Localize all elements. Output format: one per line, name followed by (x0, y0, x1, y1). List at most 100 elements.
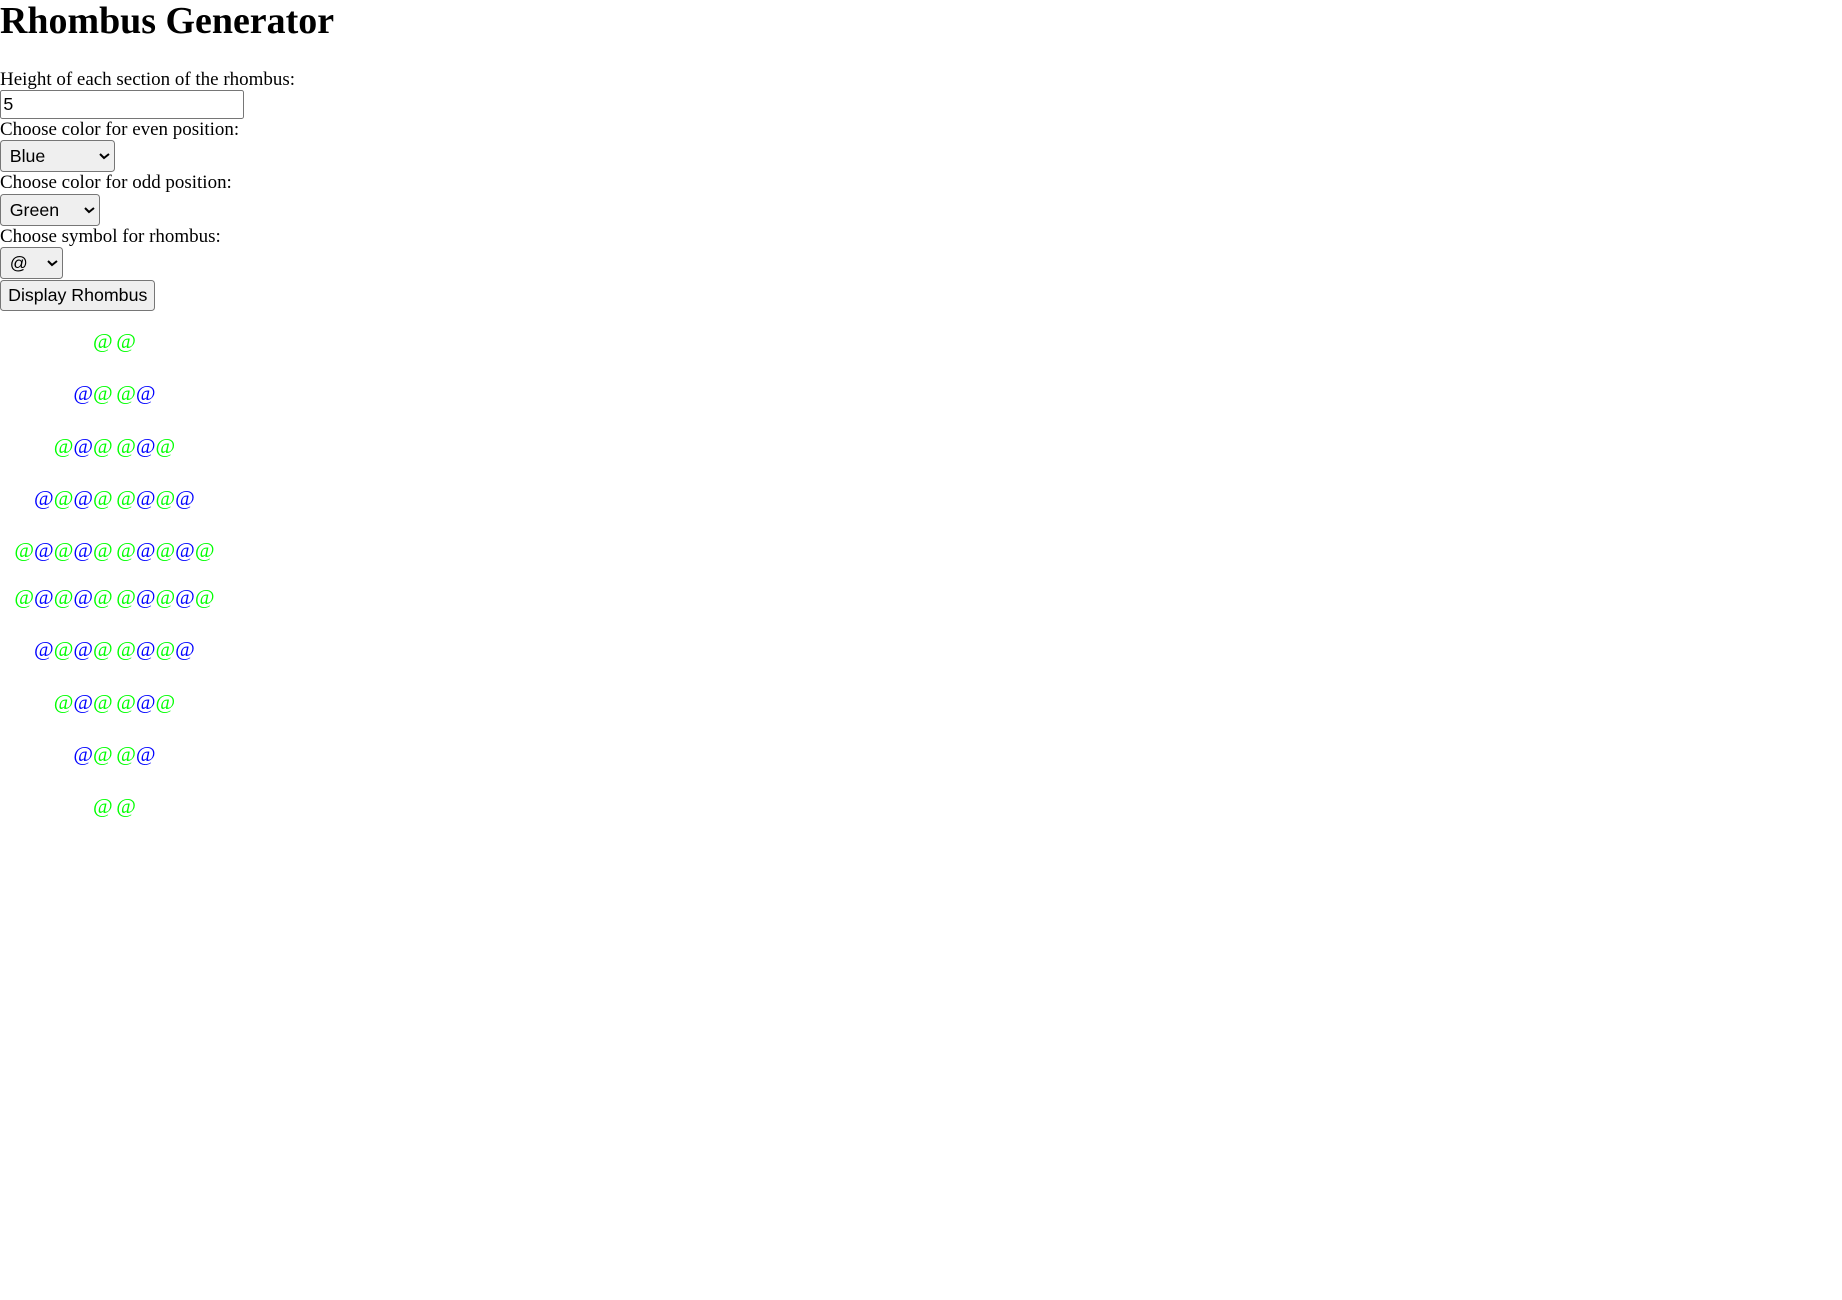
rhombus-left-half: @@@ (0, 689, 113, 715)
rhombus-right-half: @@@ (116, 433, 176, 459)
rhombus-bottom-section: @@@@@ @@@@@ @@@@ @@@@ @@@ @@@ @@ @@ @ @ (0, 585, 1842, 819)
rhombus-symbol: @ (135, 433, 156, 458)
rhombus-left-half: @ (0, 793, 113, 819)
rhombus-right-half: @ (116, 329, 136, 354)
rhombus-row: @ @ (0, 329, 1842, 354)
rhombus-symbol: @ (116, 485, 136, 510)
rhombus-symbol: @ (93, 433, 113, 458)
odd-color-label: Choose color for odd position: (0, 172, 232, 194)
rhombus-right-half: @@ (116, 381, 156, 406)
rhombus-symbol: @ (155, 689, 176, 714)
rhombus-symbol: @ (14, 537, 35, 562)
rhombus-left-half: @@@@@ (0, 585, 113, 610)
rhombus-symbol: @ (73, 585, 93, 610)
odd-color-select[interactable]: Green (0, 193, 100, 226)
rhombus-symbol: @ (93, 485, 113, 510)
rhombus-symbol: @ (116, 381, 136, 406)
rhombus-symbol: @ (93, 637, 113, 662)
rhombus-output: @ @ @@ @@ @@@ @@@ @@@@ @@@@ @@@@@ @@@@@ @@@@@ @@@@… (0, 329, 1842, 819)
rhombus-symbol: @ (93, 689, 113, 714)
rhombus-symbol: @ (116, 793, 136, 818)
rhombus-symbol: @ (53, 689, 74, 714)
rhombus-symbol: @ (194, 585, 215, 610)
rhombus-symbol: @ (135, 537, 156, 562)
rhombus-symbol: @ (73, 637, 93, 662)
height-input[interactable] (0, 89, 244, 120)
rhombus-symbol: @ (73, 537, 93, 562)
height-label: Height of each section of the rhombus: (0, 68, 295, 90)
rhombus-row: @@@@ @@@@ (0, 637, 1842, 662)
display-rhombus-button[interactable]: Display Rhombus (0, 280, 156, 312)
rhombus-left-half: @@@@@ (0, 537, 113, 563)
rhombus-symbol: @ (53, 537, 74, 562)
rhombus-symbol: @ (73, 485, 93, 510)
rhombus-row: @@@@ @@@@ (0, 485, 1842, 511)
rhombus-right-half: @ (116, 793, 136, 819)
rhombus-symbol: @ (53, 585, 74, 610)
rhombus-symbol: @ (135, 485, 156, 510)
rhombus-row: @@ @@ (0, 741, 1842, 767)
rhombus-right-half: @@@@@ (116, 585, 215, 610)
rhombus-symbol: @ (93, 381, 113, 406)
rhombus-symbol: @ (93, 329, 113, 354)
rhombus-symbol: @ (53, 485, 74, 510)
rhombus-row: @@@ @@@ (0, 433, 1842, 459)
rhombus-symbol: @ (135, 381, 156, 406)
rhombus-symbol: @ (14, 585, 35, 610)
rhombus-symbol: @ (53, 433, 74, 458)
symbol-select[interactable]: @ (0, 247, 63, 280)
page-title: Rhombus Generator (0, 0, 335, 42)
rhombus-right-half: @@@@@ (116, 537, 215, 563)
rhombus-symbol: @ (116, 741, 136, 766)
rhombus-right-half: @@@@ (116, 485, 195, 511)
rhombus-symbol: @ (73, 433, 93, 458)
rhombus-right-half: @@ (116, 741, 155, 767)
rhombus-symbol: @ (155, 537, 176, 562)
rhombus-top-section: @ @ @@ @@ @@@ @@@ @@@@ @@@@ @@@@@ @@@@@ (0, 329, 1842, 563)
rhombus-symbol: @ (155, 637, 176, 662)
rhombus-symbol: @ (155, 433, 176, 458)
rhombus-symbol: @ (34, 537, 54, 562)
rhombus-left-half: @@@@ (0, 485, 113, 511)
rhombus-form: Height of each section of the rhombus: C… (0, 69, 1842, 312)
rhombus-left-half: @@ (0, 741, 113, 767)
rhombus-row: @@@@@ @@@@@ (0, 585, 1842, 610)
rhombus-symbol: @ (135, 585, 156, 610)
rhombus-symbol: @ (155, 585, 176, 610)
rhombus-left-half: @@@@ (0, 637, 113, 662)
rhombus-symbol: @ (116, 537, 136, 562)
rhombus-symbol: @ (135, 637, 156, 662)
rhombus-symbol: @ (116, 637, 136, 662)
rhombus-left-half: @@@ (0, 433, 113, 459)
rhombus-symbol: @ (116, 689, 136, 714)
rhombus-left-half: @ (0, 329, 113, 354)
rhombus-symbol: @ (93, 741, 113, 766)
rhombus-symbol: @ (175, 485, 195, 510)
rhombus-symbol: @ (73, 381, 93, 406)
rhombus-symbol: @ (175, 537, 195, 562)
rhombus-symbol: @ (73, 741, 93, 766)
rhombus-symbol: @ (93, 585, 113, 610)
rhombus-symbol: @ (116, 433, 136, 458)
rhombus-right-half: @@@ (116, 689, 176, 715)
rhombus-row: @@ @@ (0, 381, 1842, 406)
rhombus-row: @ @ (0, 793, 1842, 819)
even-color-label: Choose color for even position: (0, 119, 240, 141)
rhombus-symbol: @ (73, 689, 93, 714)
rhombus-right-half: @@@@ (116, 637, 195, 662)
rhombus-symbol: @ (93, 537, 113, 562)
rhombus-symbol: @ (34, 637, 54, 662)
rhombus-symbol: @ (116, 585, 136, 610)
even-color-select[interactable]: Blue (0, 140, 116, 173)
rhombus-symbol: @ (194, 537, 215, 562)
rhombus-symbol: @ (175, 585, 195, 610)
rhombus-left-half: @@ (0, 381, 113, 406)
rhombus-symbol: @ (175, 637, 195, 662)
rhombus-symbol: @ (93, 793, 113, 818)
rhombus-symbol: @ (155, 485, 176, 510)
symbol-label: Choose symbol for rhombus: (0, 225, 221, 247)
rhombus-symbol: @ (34, 585, 54, 610)
rhombus-symbol: @ (34, 485, 54, 510)
rhombus-row: @@@@@ @@@@@ (0, 537, 1842, 563)
rhombus-row: @@@ @@@ (0, 689, 1842, 715)
